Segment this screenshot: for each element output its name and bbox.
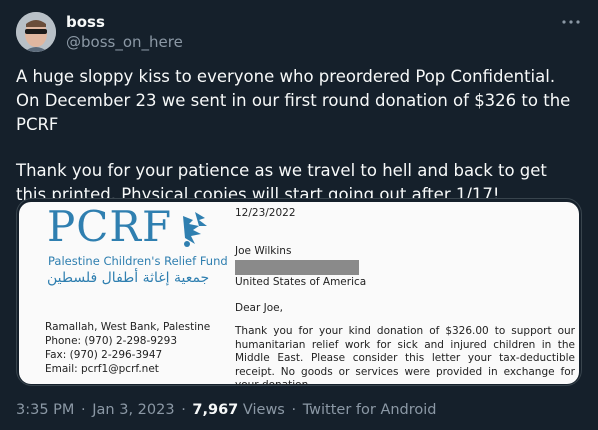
phone: Phone: (970) 2-298-9293	[45, 335, 177, 347]
avatar[interactable]	[16, 12, 56, 52]
tweet-date[interactable]: Jan 3, 2023	[92, 402, 174, 418]
tweet-source[interactable]: Twitter for Android	[303, 402, 437, 418]
pcrf-logo-text: PCRF	[47, 202, 173, 251]
views-count[interactable]: 7,967	[192, 402, 238, 418]
address-line: Ramallah, West Bank, Palestine	[45, 321, 211, 333]
email: Email: pcrf1@pcrf.net	[45, 363, 159, 375]
hands-logo-icon	[179, 210, 209, 254]
tweet-time[interactable]: 3:35 PM	[16, 402, 74, 418]
more-options-button[interactable]	[560, 12, 582, 32]
tweet-media-image[interactable]: PCRF Palestine Children's Relief Fund جم…	[16, 198, 582, 386]
tweet-text: A huge sloppy kiss to everyone who preor…	[16, 65, 582, 207]
letter-body: Thank you for your kind donation of $326…	[235, 325, 575, 386]
separator: ·	[81, 402, 86, 418]
views-label: Views	[242, 402, 285, 418]
display-name[interactable]: boss	[66, 13, 105, 31]
org-name: Palestine Children's Relief Fund	[48, 254, 228, 268]
more-horizontal-icon	[562, 20, 580, 24]
fax: Fax: (970) 2-296-3947	[45, 349, 163, 361]
recipient-name: Joe Wilkins	[235, 245, 292, 257]
letter-date: 12/23/2022	[235, 207, 296, 219]
salutation: Dear Joe,	[235, 302, 283, 314]
user-handle[interactable]: @boss_on_here	[66, 33, 183, 51]
avatar-image	[16, 12, 56, 52]
org-name-arabic: جمعية إغاثة أطفال فلسطين	[47, 270, 210, 286]
recipient-country: United States of America	[235, 276, 367, 288]
tweet-meta: 3:35 PM · Jan 3, 2023 · 7,967 Views · Tw…	[16, 402, 437, 418]
tweet-paragraph: A huge sloppy kiss to everyone who preor…	[16, 67, 571, 134]
separator: ·	[291, 402, 297, 418]
donation-letter: PCRF Palestine Children's Relief Fund جم…	[19, 202, 579, 386]
redacted-address	[235, 260, 359, 275]
separator: ·	[181, 402, 186, 418]
